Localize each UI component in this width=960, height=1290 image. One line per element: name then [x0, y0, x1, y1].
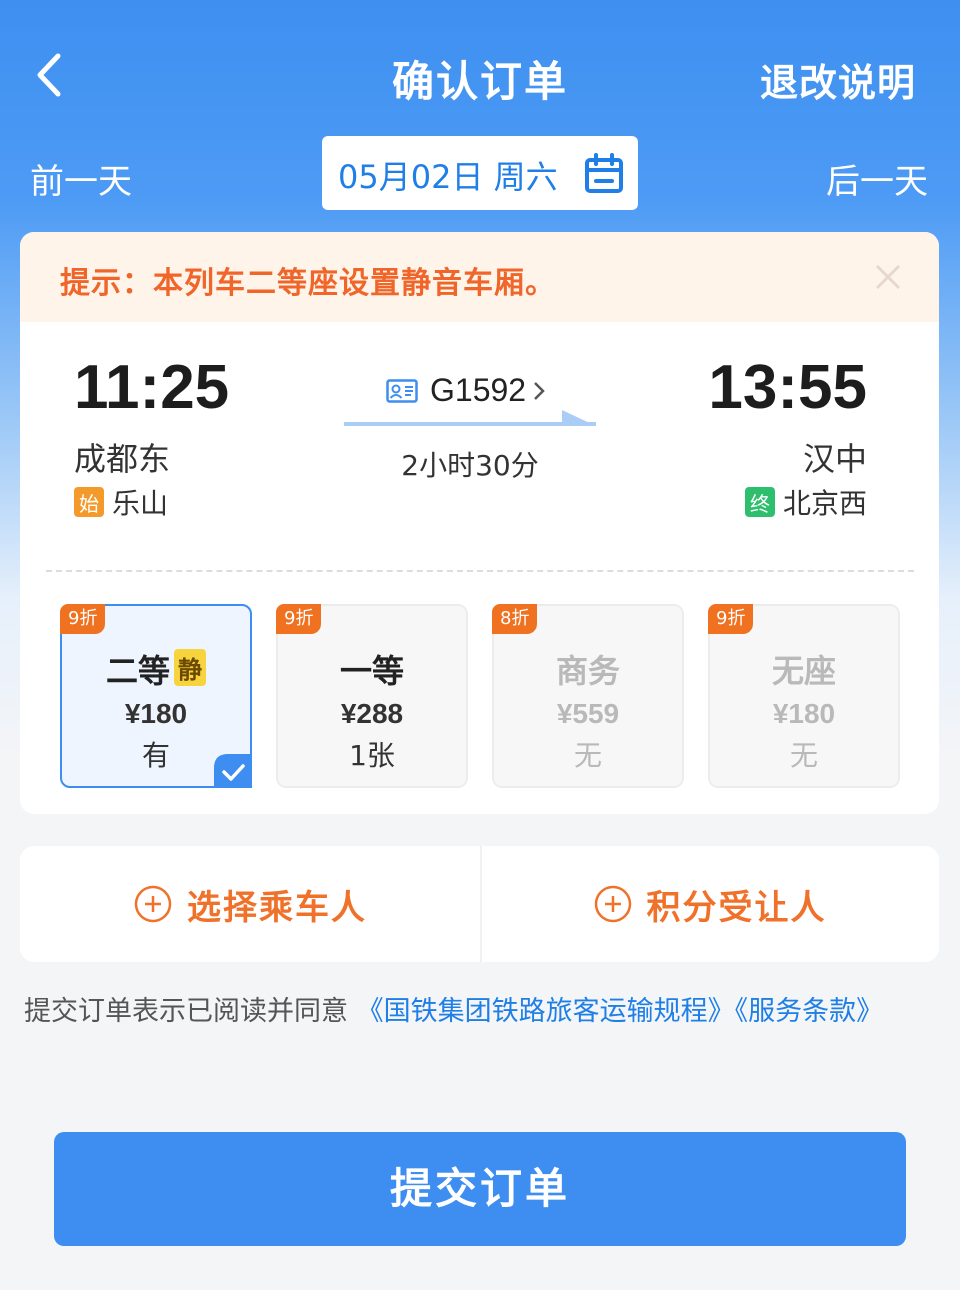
direction-arrow-icon [344, 410, 596, 426]
departure-station: 成都东 [74, 440, 171, 478]
seat-price: ¥180 [124, 698, 188, 729]
discount-badge: 9折 [60, 604, 106, 634]
quiet-car-badge: 静 [174, 649, 206, 686]
discount-badge: 9折 [276, 604, 322, 634]
id-card-icon [386, 378, 418, 403]
seat-class-name: 商务 [555, 652, 620, 690]
next-day-button[interactable]: 后一天 [826, 154, 928, 203]
train-info-card: 提示：本列车二等座设置静音车厢。 11:25 13:55 成都东 汉中 始 乐山… [20, 232, 939, 814]
train-number-row[interactable]: G1592 [386, 372, 546, 409]
chevron-right-icon [534, 381, 545, 400]
terminal-station-row: 终 北京西 [744, 482, 867, 522]
discount-badge: 9折 [708, 604, 754, 634]
seat-price: ¥288 [340, 698, 404, 729]
terminal-station: 北京西 [782, 487, 867, 520]
agreement-prefix: 提交订单表示已阅读并同意 [24, 996, 348, 1027]
date-label: 05月02日 周六 [338, 158, 558, 196]
select-passenger-button[interactable]: 选择乘车人 [20, 846, 480, 962]
seat-option-second-class[interactable]: 9折 二等静 ¥180 有 [60, 604, 252, 788]
prev-day-button[interactable]: 前一天 [30, 154, 132, 203]
submit-order-button[interactable]: 提交订单 [54, 1132, 906, 1246]
terminal-tag: 终 [744, 487, 775, 517]
origin-tag: 始 [74, 487, 104, 517]
train-number: G1592 [430, 372, 527, 408]
plus-circle-icon [594, 885, 631, 923]
seat-class-name: 二等静 [62, 646, 250, 692]
date-selector: 前一天 05月02日 周六 后一天 [0, 136, 960, 212]
origin-station: 乐山 [112, 487, 169, 520]
seat-class-name: 无座 [771, 652, 836, 690]
travel-duration: 2小时30分 [401, 449, 539, 482]
departure-time: 11:25 [74, 353, 230, 422]
plus-circle-icon [134, 885, 172, 923]
arrival-time: 13:55 [708, 353, 867, 422]
seat-availability: 无 [789, 739, 818, 772]
arrival-station: 汉中 [802, 440, 867, 478]
origin-station-row: 始 乐山 [74, 482, 168, 522]
checkmark-icon [214, 754, 252, 788]
close-icon[interactable] [873, 262, 903, 292]
seat-class-name: 一等 [339, 652, 404, 690]
notice-banner: 提示：本列车二等座设置静音车厢。 [20, 232, 939, 322]
seat-option-first-class[interactable]: 9折 一等 ¥288 1张 [276, 604, 468, 788]
notice-text: 提示：本列车二等座设置静音车厢。 [60, 266, 556, 301]
seat-option-business-class[interactable]: 8折 商务 ¥559 无 [492, 604, 684, 788]
seat-price: ¥559 [556, 698, 620, 729]
seat-class-label: 二等 [105, 652, 170, 690]
agreement-text: 提交订单表示已阅读并同意 《国铁集团铁路旅客运输规程》《服务条款》 [24, 986, 924, 1038]
discount-badge: 8折 [492, 604, 538, 634]
refund-change-info-link[interactable]: 退改说明 [760, 52, 916, 107]
seat-availability: 1张 [349, 739, 395, 772]
select-passenger-label: 选择乘车人 [187, 887, 367, 928]
points-recipient-label: 积分受让人 [646, 887, 827, 928]
dashed-divider [46, 570, 914, 572]
train-number-block[interactable]: G1592 2小时30分 [340, 372, 600, 492]
calendar-icon [585, 153, 623, 193]
date-picker[interactable]: 05月02日 周六 [322, 136, 638, 210]
service-terms-link[interactable]: 《服务条款》 [735, 996, 884, 1027]
points-recipient-button[interactable]: 积分受让人 [480, 846, 939, 962]
seat-availability: 无 [573, 739, 602, 772]
seat-option-no-seat[interactable]: 9折 无座 ¥180 无 [708, 604, 900, 788]
passenger-actions: 选择乘车人 积分受让人 [20, 846, 939, 962]
transport-rules-link[interactable]: 《国铁集团铁路旅客运输规程》 [357, 996, 735, 1027]
navigation-bar: 确认订单 退改说明 [0, 0, 960, 140]
seat-price: ¥180 [772, 698, 836, 729]
